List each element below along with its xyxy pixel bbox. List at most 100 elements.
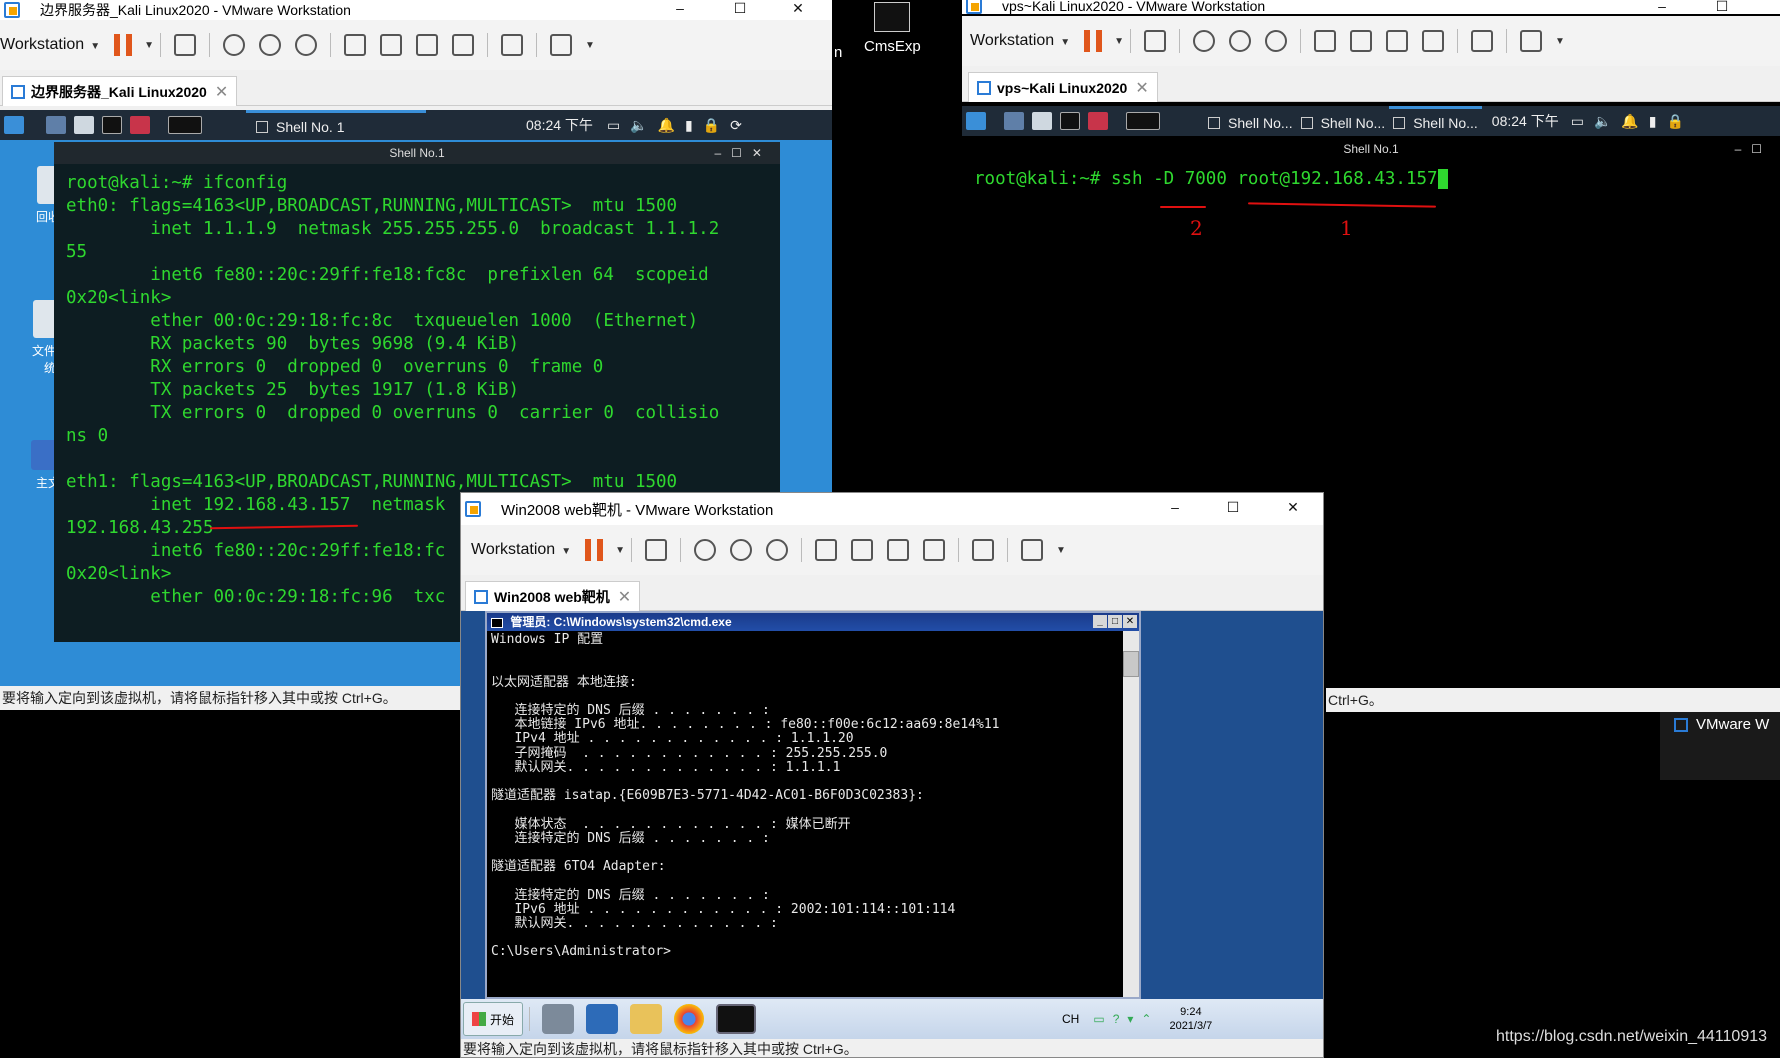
tab-kali-border[interactable]: 边界服务器_Kali Linux2020 ✕ (2, 76, 238, 106)
pause-icon[interactable] (1084, 30, 1103, 52)
send-keys-icon[interactable] (645, 539, 667, 561)
terminal-icon[interactable] (1060, 112, 1080, 130)
fullscreen-icon[interactable] (887, 539, 909, 561)
thumbnail-view-icon[interactable] (851, 539, 873, 561)
revert-snapshot-icon[interactable] (730, 539, 752, 561)
stretch-icon[interactable] (550, 34, 572, 56)
output-line: TX packets 25 bytes 1917 (1.8 KiB) (66, 380, 520, 400)
close-tab-icon[interactable]: ✕ (215, 82, 228, 102)
thumbnail-view-icon[interactable] (1350, 30, 1372, 52)
cmd-maximize-button[interactable]: □ (1108, 615, 1122, 628)
terminal-title-bar[interactable]: Shell No.1 –☐ (962, 138, 1780, 160)
app-icon[interactable] (1088, 112, 1108, 130)
sidebar-view-icon[interactable] (815, 539, 837, 561)
app-icon[interactable] (130, 116, 150, 134)
output-line: 子网掩码 . . . . . . . . . . . . : 255.255.2… (491, 745, 888, 761)
workspace-icon[interactable] (46, 116, 66, 134)
vmware-taskbar-preview[interactable]: VMware W (1660, 712, 1780, 780)
snapshot-icon[interactable] (694, 539, 716, 561)
active-terminal-icon[interactable] (1126, 112, 1160, 130)
cmd-close-button[interactable]: ✕ (1123, 615, 1137, 628)
unity-icon[interactable] (452, 34, 474, 56)
console-view-icon[interactable] (1471, 30, 1493, 52)
terminal-title-bar[interactable]: Shell No.1 –☐✕ (54, 142, 780, 164)
title-bar[interactable]: Win2008 web靶机 - VMware Workstation – ☐ ✕ (461, 493, 1323, 525)
cmd-title-bar[interactable]: 管理员: C:\Windows\system32\cmd.exe _ □ ✕ (487, 613, 1139, 631)
workstation-menu[interactable]: Workstation ▼ (471, 541, 571, 559)
sidebar-view-icon[interactable] (344, 34, 366, 56)
revert-snapshot-icon[interactable] (259, 34, 281, 56)
tab-vps-kali[interactable]: vps~Kali Linux2020 ✕ (968, 72, 1158, 102)
pause-icon[interactable] (585, 539, 604, 561)
files-icon[interactable] (74, 116, 94, 134)
tab-win2008[interactable]: Win2008 web靶机 ✕ (465, 581, 641, 611)
console-view-icon[interactable] (972, 539, 994, 561)
output-line: RX packets 90 bytes 9698 (9.4 KiB) (66, 334, 520, 354)
workstation-menu[interactable]: Workstation ▼ (0, 36, 100, 54)
thumbnail-view-icon[interactable] (380, 34, 402, 56)
kali-menu-icon[interactable] (4, 116, 24, 134)
powershell-icon[interactable] (586, 1004, 619, 1034)
shell-task-button-3[interactable]: Shell No... (1389, 106, 1482, 136)
kali-menu-icon[interactable] (966, 112, 986, 130)
shell-task-button-1[interactable]: Shell No... (1204, 106, 1297, 136)
start-button[interactable]: 开始 (463, 1002, 524, 1036)
revert-snapshot-icon[interactable] (1229, 30, 1251, 52)
cmd-output[interactable]: Windows IP 配置 以太网适配器 本地连接: 连接特定的 DNS 后缀 … (487, 631, 1139, 960)
unity-icon[interactable] (923, 539, 945, 561)
minimize-button[interactable]: – (1642, 0, 1682, 14)
shell-task-button[interactable]: Shell No. 1 (246, 110, 426, 140)
console-view-icon[interactable] (501, 34, 523, 56)
tab-bar: 边界服务器_Kali Linux2020 ✕ (0, 70, 832, 106)
workstation-menu[interactable]: Workstation ▼ (970, 32, 1070, 50)
desktop-icon-cmsexp[interactable]: CmsExp (864, 2, 921, 55)
stretch-icon[interactable] (1021, 539, 1043, 561)
snapshot-manager-icon[interactable] (766, 539, 788, 561)
output-line: 55 (66, 242, 88, 262)
server-manager-icon[interactable] (542, 1004, 575, 1034)
close-tab-icon[interactable]: ✕ (618, 587, 631, 607)
send-keys-icon[interactable] (1144, 30, 1166, 52)
chrome-icon[interactable] (674, 1004, 705, 1034)
taskbar-clock[interactable]: 9:24 2021/3/7 (1169, 1005, 1212, 1033)
minimize-button[interactable]: – (1155, 499, 1195, 515)
cmd-task-icon[interactable] (716, 1004, 757, 1034)
terminal-icon[interactable] (102, 116, 122, 134)
ime-indicator[interactable]: CH (1062, 1012, 1079, 1026)
fullscreen-icon[interactable] (1386, 30, 1408, 52)
snapshot-icon[interactable] (223, 34, 245, 56)
pause-icon[interactable] (114, 34, 133, 56)
panel-tray-icons: ▭🔈🔔▮🔒⟳ (606, 116, 752, 133)
tray-icons: ▭?▾⌃ (1093, 1012, 1160, 1026)
workspace-icon[interactable] (1004, 112, 1024, 130)
maximize-button[interactable]: ☐ (1702, 0, 1742, 15)
output-line: IPv6 地址 . . . . . . . . . . . . : 2002:1… (491, 901, 956, 917)
maximize-button[interactable]: ☐ (720, 0, 760, 17)
fullscreen-icon[interactable] (416, 34, 438, 56)
toolbar: Workstation ▼ ▼ ▼ (461, 525, 1323, 575)
close-button[interactable]: ✕ (778, 0, 818, 17)
cmd-window[interactable]: 管理员: C:\Windows\system32\cmd.exe _ □ ✕ Win… (485, 611, 1141, 999)
stretch-icon[interactable] (1520, 30, 1542, 52)
close-button[interactable]: ✕ (1273, 499, 1313, 516)
shell-task-button-2[interactable]: Shell No... (1297, 106, 1390, 136)
close-tab-icon[interactable]: ✕ (1135, 78, 1148, 98)
snapshot-manager-icon[interactable] (295, 34, 317, 56)
snapshot-icon[interactable] (1193, 30, 1215, 52)
maximize-button[interactable]: ☐ (1213, 499, 1253, 516)
minimize-button[interactable]: – (660, 0, 700, 16)
cmd-minimize-button[interactable]: _ (1093, 615, 1107, 628)
cmd-scrollbar[interactable] (1123, 631, 1139, 997)
explorer-icon[interactable] (630, 1004, 663, 1034)
unity-icon[interactable] (1422, 30, 1444, 52)
sidebar-view-icon[interactable] (1314, 30, 1336, 52)
terminal-command[interactable]: root@kali:~# ssh -D 7000 root@192.168.43… (962, 160, 1780, 191)
snapshot-manager-icon[interactable] (1265, 30, 1287, 52)
send-keys-icon[interactable] (174, 34, 196, 56)
active-terminal-icon[interactable] (168, 116, 202, 134)
title-bar[interactable]: vps~Kali Linux2020 - VMware Workstation … (962, 0, 1780, 14)
title-bar[interactable]: 边界服务器_Kali Linux2020 - VMware Workstatio… (0, 0, 832, 20)
files-icon[interactable] (1032, 112, 1052, 130)
